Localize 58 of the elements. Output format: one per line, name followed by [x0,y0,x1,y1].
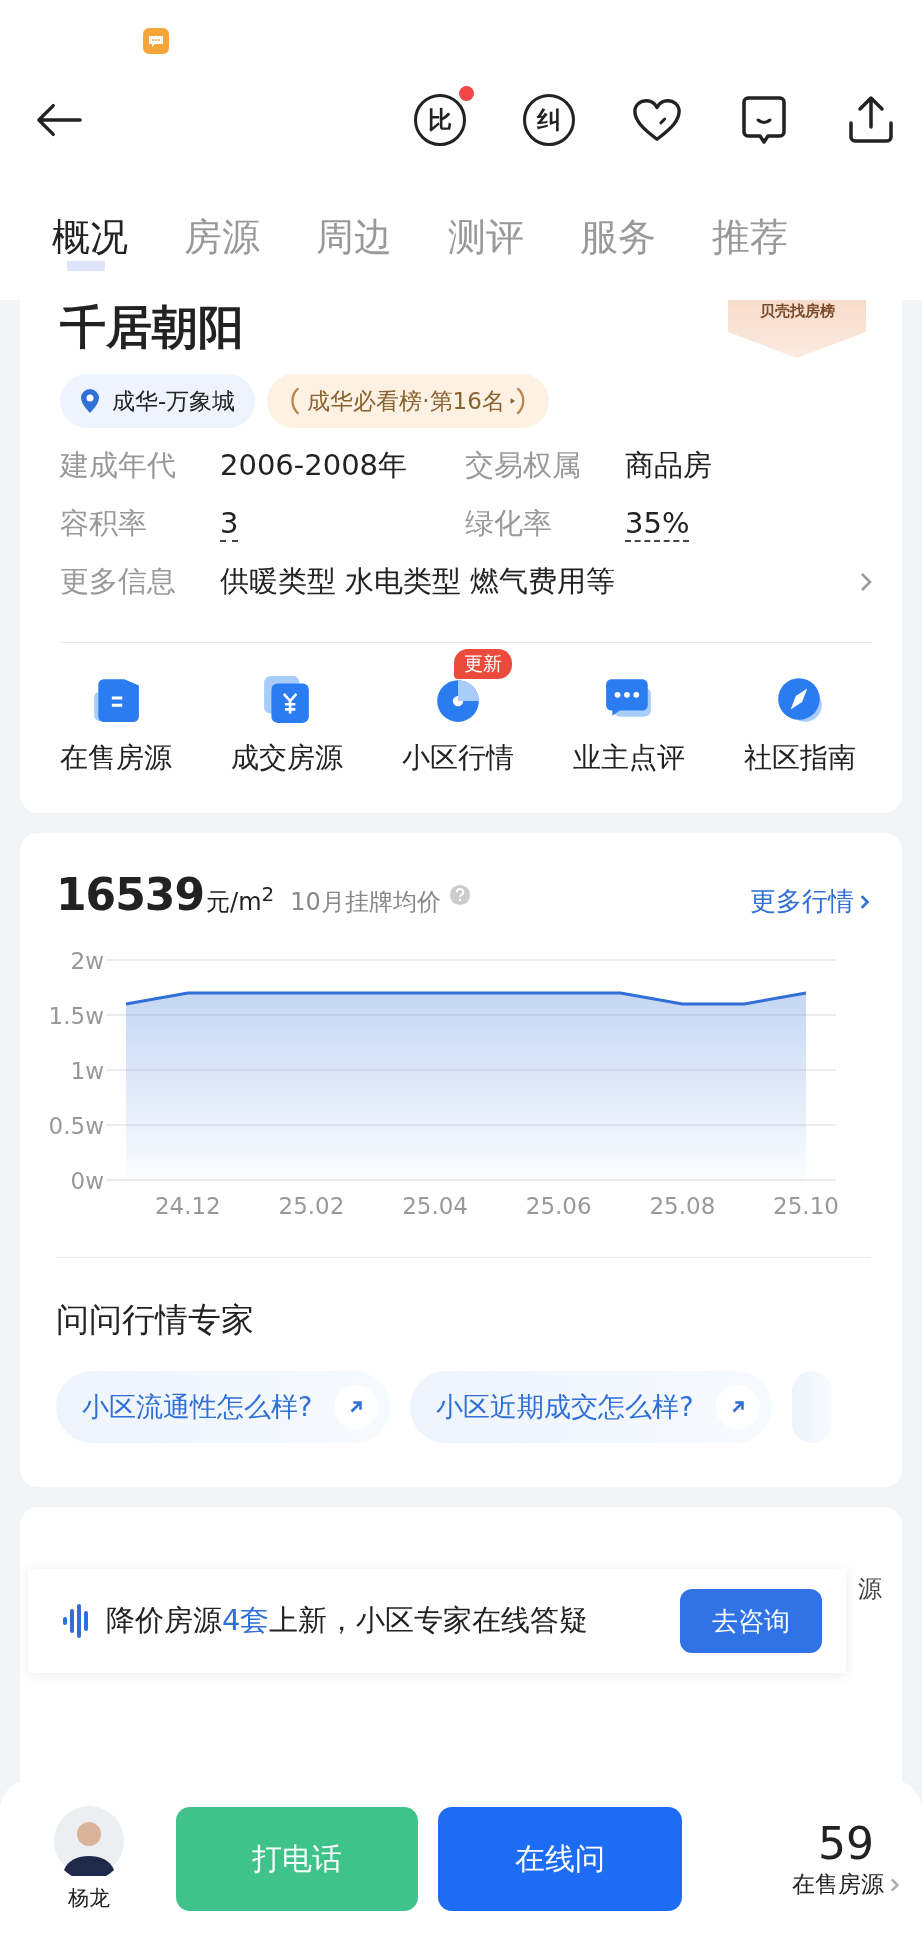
ranking-ribbon[interactable]: 贝壳找房榜 [728,300,866,358]
section-title: 问问行情专家 [56,1299,255,1341]
fact-value: 商品房 [625,447,712,484]
fact-label: 建成年代 [60,447,177,484]
message-icon[interactable] [739,95,789,145]
compare-button[interactable]: 比 [414,94,466,146]
x-axis-label: 25.10 [773,1193,839,1219]
more-market-link[interactable]: 更多行情 [750,884,870,919]
back-icon[interactable] [36,102,82,138]
fact-label: 容积率 [60,505,148,542]
share-icon[interactable] [846,95,896,145]
card-title: 源 [858,1574,882,1605]
x-axis-label: 25.06 [525,1193,592,1219]
listing-count: 59 [818,1818,874,1869]
chevron-icon [860,892,870,911]
sound-wave-icon [62,1603,90,1639]
shortcut-button[interactable]: 业主点评 [543,647,715,777]
shortcut-button[interactable]: 更新 小区行情 [372,647,544,777]
chat-notification-icon [143,28,169,54]
agent-name: 杨龙 [68,1885,110,1912]
community-name: 千居朝阳 [60,300,244,354]
question-chip[interactable]: 小区流通性怎么样? [56,1371,391,1443]
y-axis-label: 1w [70,1058,104,1084]
x-axis-label: 25.08 [649,1193,716,1219]
shortcut-button[interactable]: 社区指南 [714,647,886,777]
update-badge: 更新 [454,649,512,679]
fact-value: 2006-2008年 [220,447,408,484]
fact-label: 交易权属 [465,447,582,484]
y-axis-label: 0.5w [48,1113,104,1139]
fact-label: 更多信息 [60,563,177,600]
y-axis-label: 0w [70,1168,104,1194]
location-pin-icon [80,388,100,414]
x-axis-label: 25.04 [402,1193,468,1219]
more-info-row[interactable]: 更多信息 供暖类型 水电类型 燃气费用等 [60,562,872,602]
consult-button[interactable]: 去咨询 [680,1589,822,1653]
question-chip[interactable]: 小区近期成交怎么样? [410,1371,772,1443]
location-tag[interactable]: 成华-万象城 [60,374,256,428]
fact-value: 35% [625,506,690,542]
promo-text: 降价房源4套上新，小区专家在线答疑 [106,1602,589,1639]
fact-label: 绿化率 [465,505,553,542]
agent-avatar[interactable] [54,1806,124,1876]
fact-value: 3 [220,506,239,542]
price-unit: 元/m$^{2}$ [206,882,275,918]
award-tag[interactable]: 成华必看榜·第16名 [267,374,549,428]
price-caption: 10月挂牌均价 [290,887,441,918]
average-price: 16539 [56,869,205,920]
listings-link[interactable]: 在售房源 [792,1869,900,1900]
chevron-icon [860,572,872,592]
y-axis-label: 1.5w [48,1003,104,1029]
correction-button[interactable]: 纠 [523,94,575,146]
chevron-icon [890,1876,900,1893]
y-axis-label: 2w [70,948,104,974]
shortcut-button[interactable]: 成交房源 [201,647,373,777]
chat-button[interactable]: 在线问 [438,1807,682,1911]
x-axis-label: 25.02 [278,1193,345,1219]
shortcut-button[interactable]: 在售房源 [30,647,202,777]
fact-value: 供暖类型 水电类型 燃气费用等 [220,563,616,600]
x-axis-label: 24.12 [154,1193,221,1219]
